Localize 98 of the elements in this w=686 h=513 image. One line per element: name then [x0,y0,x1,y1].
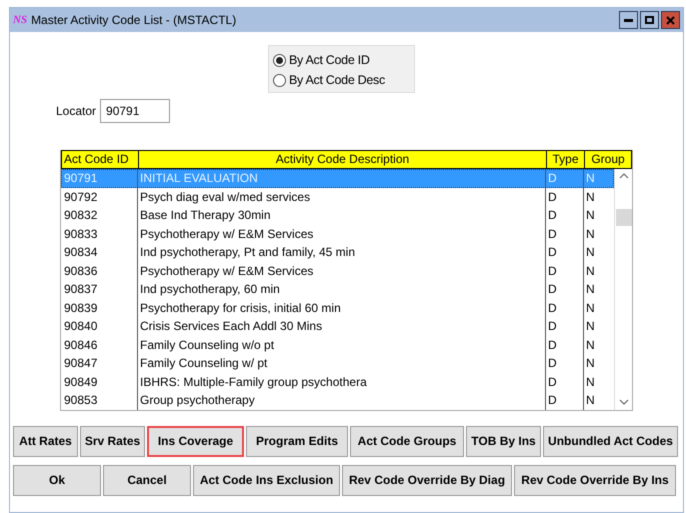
radio-label: By Act Code Desc [289,72,385,89]
table-row[interactable]: 90846 Family Counseling w/o pt D N [61,336,614,354]
app-logo: NS [13,12,28,28]
column-header[interactable]: Type [547,151,585,168]
table-cell: 90846 [61,336,138,354]
table-cell-text: N [585,355,596,372]
maximize-button[interactable] [640,11,659,29]
table-cell: D [546,317,584,336]
table-row[interactable]: 90847 Family Counseling w/ pt D N [61,354,614,372]
table-cell: Psych diag eval w/med services [138,188,546,206]
radio-option[interactable]: By Act Code Desc [273,71,410,89]
table-row[interactable]: 90837 Ind psychotherapy, 60 min D N [61,280,614,298]
table-cell: D [546,206,584,224]
table-row[interactable]: 90840 Crisis Services Each Addl 30 Mins D N [61,317,614,336]
locator-field[interactable]: 90791 [100,99,170,123]
table-cell: 90853 [61,391,138,410]
action-button[interactable]: Unbundled Act Codes [543,426,678,456]
table-cell: D [546,280,584,298]
table-cell: Family Counseling w/ pt [138,354,546,372]
table-cell: D [546,224,584,243]
table-cell: D [546,262,584,280]
action-button[interactable]: Rev Code Override By Ins [514,464,676,496]
table-cell: 90833 [61,224,138,243]
table-row[interactable]: 90853 Group psychotherapy D N [61,391,614,410]
table-cell: 90834 [61,243,138,262]
table-cell: 90791 [61,169,138,188]
action-button[interactable]: Act Code Ins Exclusion [193,464,340,496]
table-cell: 90832 [61,206,138,224]
action-button[interactable]: Act Code Groups [350,426,464,456]
close-button[interactable] [661,11,680,29]
table-cell: Psychotherapy w/ E&M Services [138,262,546,280]
table-cell-text: N [585,226,596,242]
table-cell-text: N [585,170,596,187]
table-cell: INITIAL EVALUATION [138,169,546,188]
table-cell-text: N [585,188,596,206]
column-header[interactable]: Act Code ID [62,151,139,168]
table-cell: D [546,298,584,317]
table-cell: 90839 [61,298,138,317]
table-cell-text: N [585,207,596,224]
table-cell: D [546,169,584,188]
table-cell: Group psychotherapy [138,391,546,410]
table-cell: Base Ind Therapy 30min [138,206,546,224]
table-cell: Psychotherapy w/ E&M Services [138,224,546,243]
table-cell: D [546,372,584,391]
table-row[interactable]: 90834 Ind psychotherapy, Pt and family, 45 min D N [61,243,614,262]
table-cell-text: N [585,281,596,298]
table-cell: 90849 [61,372,138,391]
radio-button[interactable] [273,54,286,66]
table-cell: D [546,354,584,372]
action-button[interactable]: TOB By Ins [466,426,541,456]
table-cell: 90847 [61,354,138,372]
table-cell-text: N [585,244,596,261]
action-button[interactable]: Att Rates [13,426,78,456]
table-row[interactable]: 90839 Psychotherapy for crisis, initial 60 min D N [61,298,614,317]
table-row[interactable]: 90849 IBHRS: Multiple-Family group psychothera D N [61,372,614,391]
action-button[interactable]: Ok [13,464,101,496]
column-header[interactable]: Group [585,151,631,168]
table-cell-text: N [585,336,596,354]
scroll-thumb[interactable] [616,209,632,226]
scroll-up-icon[interactable] [618,173,628,179]
table-row[interactable]: 90832 Base Ind Therapy 30min D N [61,206,614,224]
action-button[interactable]: Cancel [103,464,191,496]
table-row[interactable]: 90792 Psych diag eval w/med services D N [61,188,614,206]
table-cell: Ind psychotherapy, Pt and family, 45 min [138,243,546,262]
column-header[interactable]: Activity Code Description [139,151,547,168]
table-cell: Crisis Services Each Addl 30 Mins [138,317,546,336]
table-cell: D [546,336,584,354]
radio-button[interactable] [273,74,286,86]
table-cell-text: N [585,374,596,390]
table-row[interactable]: 90833 Psychotherapy w/ E&M Services D N [61,224,614,243]
table-cell: 90837 [61,280,138,298]
table-cell: Ind psychotherapy, 60 min [138,280,546,298]
table-cell: 90792 [61,188,138,206]
action-button[interactable]: Program Edits [246,426,348,456]
minimize-button[interactable] [619,11,638,29]
window-title: Master Activity Code List - (MSTACTL) [31,12,236,29]
table-cell-text: N [585,318,596,335]
table-cell: D [546,243,584,262]
action-button[interactable]: Rev Code Override By Diag [342,464,512,496]
radio-option[interactable]: By Act Code ID [273,51,410,69]
table-cell-text: N [585,262,596,280]
table-row[interactable]: 90836 Psychotherapy w/ E&M Services D N [61,262,614,280]
close-icon [666,16,675,24]
table-cell: D [546,391,584,410]
table-cell: Psychotherapy for crisis, initial 60 min [138,298,546,317]
action-button[interactable]: Srv Rates [80,426,145,456]
action-button[interactable]: Ins Coverage [147,426,244,456]
table-cell: 90840 [61,317,138,336]
scroll-down-icon[interactable] [618,398,628,404]
table-cell: IBHRS: Multiple-Family group psychothera [138,372,546,391]
table-cell: Family Counseling w/o pt [138,336,546,354]
table-cell-text: N [585,300,596,316]
table-cell: D [546,188,584,206]
table-cell-text: N [585,392,596,409]
scrollbar[interactable] [614,169,632,410]
radio-label: By Act Code ID [289,52,370,69]
table-cell: 90836 [61,262,138,280]
locator-label: Locator [56,103,96,120]
